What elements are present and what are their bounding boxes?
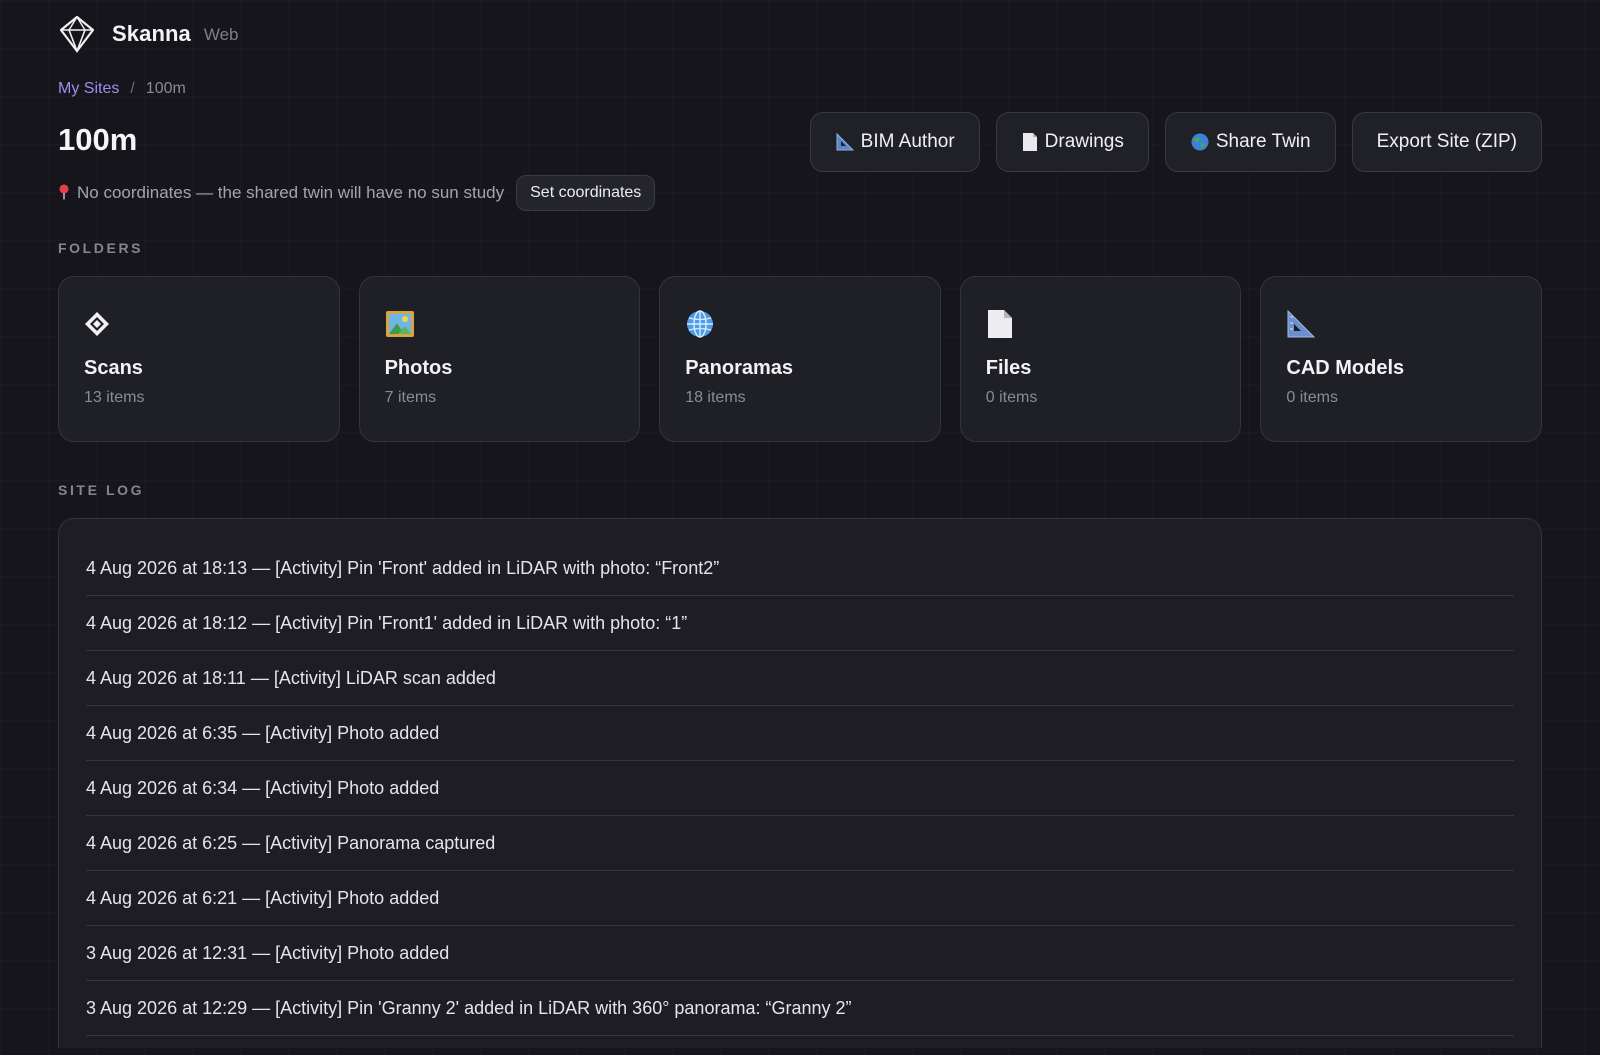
site-log-heading: SITE LOG bbox=[58, 482, 145, 498]
bim-author-label: BIM Author bbox=[860, 131, 955, 152]
log-entry: 4 Aug 2026 at 18:13 — [Activity] Pin 'Fr… bbox=[86, 541, 1514, 596]
site-page: Skanna Web My Sites / 100m 100m No coord… bbox=[0, 0, 1600, 1055]
folder-card-photos[interactable]: Photos 7 items bbox=[358, 276, 641, 442]
drawings-button[interactable]: Drawings bbox=[995, 112, 1149, 172]
folders-heading: FOLDERS bbox=[58, 240, 144, 256]
brand-name[interactable]: Skanna bbox=[112, 21, 191, 47]
globe-icon bbox=[1190, 132, 1210, 152]
breadcrumb-my-sites-link[interactable]: My Sites bbox=[58, 80, 119, 98]
document-icon bbox=[986, 307, 1217, 341]
folder-name: Scans bbox=[84, 357, 143, 379]
title-row: 100m No coordinates — the shared twin wi… bbox=[58, 112, 1542, 222]
breadcrumb-current: 100m bbox=[145, 80, 186, 97]
share-twin-label: Share Twin bbox=[1215, 131, 1311, 152]
document-icon bbox=[1021, 132, 1039, 152]
share-twin-button[interactable]: Share Twin bbox=[1164, 112, 1336, 172]
breadcrumb: My Sites / 100m bbox=[58, 80, 1542, 98]
diamond-icon bbox=[84, 307, 315, 341]
folder-grid: Scans 13 items Photos 7 items Panoramas … bbox=[58, 276, 1542, 442]
log-entry: 4 Aug 2026 at 18:11 — [Activity] LiDAR s… bbox=[86, 651, 1514, 706]
log-entry: 3 Aug 2026 at 12:31 — [Activity] Photo a… bbox=[86, 926, 1514, 981]
breadcrumb-separator: / bbox=[130, 80, 135, 97]
folder-card-files[interactable]: Files 0 items bbox=[959, 276, 1242, 442]
folder-count: 18 items bbox=[685, 389, 746, 406]
folder-count: 7 items bbox=[384, 389, 437, 406]
folder-count: 13 items bbox=[84, 389, 145, 406]
diamond-logo-icon[interactable] bbox=[58, 15, 96, 53]
pin-icon bbox=[58, 184, 70, 203]
folder-name: Files bbox=[985, 357, 1032, 379]
triangle-ruler-icon bbox=[835, 132, 855, 152]
folder-count: 0 items bbox=[985, 389, 1038, 406]
top-bar: Skanna Web bbox=[58, 0, 1542, 66]
export-site-button[interactable]: Export Site (ZIP) bbox=[1351, 112, 1542, 172]
folder-count: 0 items bbox=[1286, 389, 1338, 406]
folder-card-cad-models[interactable]: CAD Models 0 items bbox=[1260, 276, 1542, 442]
log-entry: 4 Aug 2026 at 18:12 — [Activity] Pin 'Fr… bbox=[86, 596, 1514, 651]
folder-name: Panoramas bbox=[685, 357, 794, 379]
export-site-label: Export Site (ZIP) bbox=[1376, 131, 1517, 152]
drawings-label: Drawings bbox=[1044, 131, 1124, 152]
site-log-panel[interactable]: 4 Aug 2026 at 18:13 — [Activity] Pin 'Fr… bbox=[58, 518, 1542, 1048]
triangle-ruler-icon bbox=[1286, 307, 1517, 341]
log-entry: 3 Aug 2026 at 12:29 — [Activity] Pin 'Gr… bbox=[86, 981, 1514, 1036]
coordinates-notice: No coordinates — the shared twin will ha… bbox=[58, 175, 656, 211]
folder-name: CAD Models bbox=[1286, 357, 1405, 379]
log-entry: 4 Aug 2026 at 6:35 — [Activity] Photo ad… bbox=[86, 706, 1514, 761]
picture-icon bbox=[385, 307, 616, 341]
coordinates-notice-text: No coordinates — the shared twin will ha… bbox=[77, 183, 505, 202]
globe-icon bbox=[685, 307, 916, 341]
log-entry: 4 Aug 2026 at 6:34 — [Activity] Photo ad… bbox=[86, 761, 1514, 816]
brand-subtitle: Web bbox=[203, 25, 239, 44]
log-entry: 4 Aug 2026 at 6:25 — [Activity] Panorama… bbox=[86, 816, 1514, 871]
folder-name: Photos bbox=[384, 357, 453, 379]
set-coordinates-button[interactable]: Set coordinates bbox=[516, 175, 656, 211]
folder-card-panoramas[interactable]: Panoramas 18 items bbox=[659, 276, 941, 442]
folder-card-scans[interactable]: Scans 13 items bbox=[58, 276, 340, 442]
page-title: 100m bbox=[58, 122, 138, 157]
log-entry: 4 Aug 2026 at 6:21 — [Activity] Photo ad… bbox=[86, 871, 1514, 926]
action-bar: BIM Author Drawings Share Twin Export Si… bbox=[809, 112, 1542, 172]
bim-author-button[interactable]: BIM Author bbox=[809, 112, 980, 172]
